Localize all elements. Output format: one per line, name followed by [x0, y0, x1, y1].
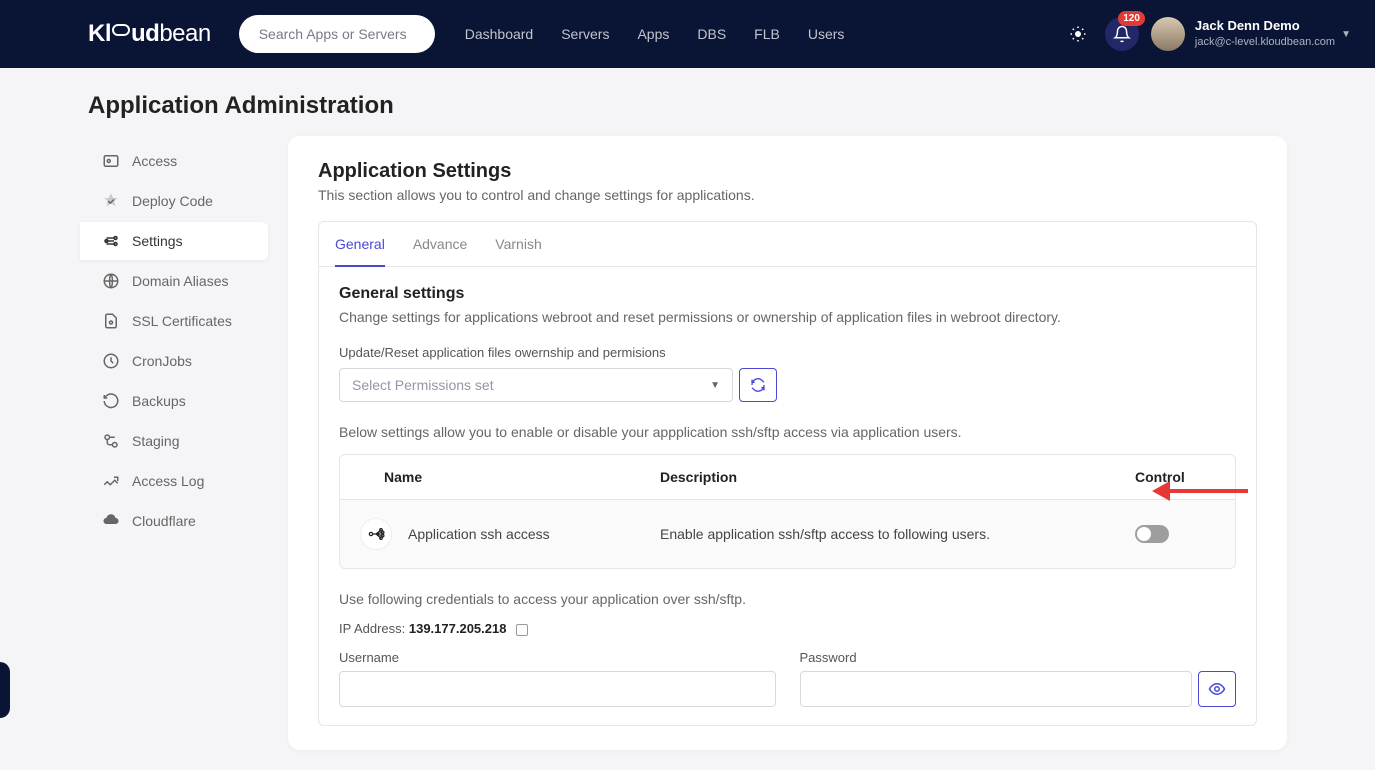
username-input[interactable] — [339, 671, 776, 707]
sidebar-item-settings[interactable]: Settings — [80, 222, 268, 260]
th-desc: Description — [660, 469, 737, 485]
sidebar-item-label: Domain Aliases — [132, 273, 229, 289]
th-name: Name — [384, 469, 422, 485]
table-row: Application ssh access Enable applicatio… — [340, 500, 1235, 568]
general-settings-desc: Change settings for applications webroot… — [339, 309, 1236, 325]
sidebar-item-label: Cloudflare — [132, 513, 196, 529]
credentials-note: Use following credentials to access your… — [339, 591, 1236, 607]
nav-dbs[interactable]: DBS — [697, 26, 726, 42]
chevron-down-icon: ▼ — [1341, 29, 1351, 40]
section-subtitle: This section allows you to control and c… — [318, 187, 1257, 203]
sidebar-item-cloudflare[interactable]: Cloudflare — [88, 502, 268, 540]
sidebar-item-label: Deploy Code — [132, 193, 213, 209]
toggle-password-button[interactable] — [1198, 671, 1236, 707]
sidebar-item-label: SSL Certificates — [132, 313, 232, 329]
sidebar-item-label: Backups — [132, 393, 186, 409]
bell-icon — [1113, 25, 1131, 43]
ssh-icon — [360, 518, 392, 550]
sidebar-item-staging[interactable]: Staging — [88, 422, 268, 460]
refresh-button[interactable] — [739, 368, 777, 402]
ssh-toggle[interactable] — [1135, 525, 1169, 543]
ssh-row-desc: Enable application ssh/sftp access to fo… — [660, 526, 1135, 542]
page-title: Application Administration — [88, 92, 1287, 120]
sidebar-item-label: Access Log — [132, 473, 204, 489]
nav-dashboard[interactable]: Dashboard — [465, 26, 534, 42]
sidebar-item-label: Settings — [132, 233, 183, 249]
app-header: Kludbean Search Apps or Servers Dashboar… — [0, 0, 1375, 68]
chat-widget[interactable] — [0, 662, 10, 718]
avatar[interactable] — [1151, 17, 1185, 51]
sidebar-item-cron[interactable]: CronJobs — [88, 342, 268, 380]
sidebar-item-domain[interactable]: Domain Aliases — [88, 262, 268, 300]
permissions-select[interactable]: Select Permissions set ▼ — [339, 368, 733, 402]
tab-general[interactable]: General — [335, 222, 385, 266]
sidebar: Access Deploy Code Settings Domain Alias… — [88, 136, 268, 750]
ip-value: 139.177.205.218 — [409, 621, 507, 636]
sidebar-item-deploy[interactable]: Deploy Code — [88, 182, 268, 220]
eye-icon — [1208, 680, 1226, 698]
main-panel: Application Settings This section allows… — [288, 136, 1287, 750]
tab-advance[interactable]: Advance — [413, 222, 467, 266]
sidebar-item-access[interactable]: Access — [88, 142, 268, 180]
permissions-placeholder: Select Permissions set — [352, 377, 494, 393]
refresh-icon — [750, 377, 766, 393]
copy-icon[interactable] — [516, 624, 528, 636]
sidebar-item-accesslog[interactable]: Access Log — [88, 462, 268, 500]
password-label: Password — [800, 650, 1237, 665]
ssh-note: Below settings allow you to enable or di… — [339, 424, 1236, 440]
sun-icon[interactable] — [1069, 25, 1087, 43]
general-settings-title: General settings — [339, 285, 1236, 303]
tab-varnish[interactable]: Varnish — [495, 222, 541, 266]
user-email: jack@c-level.kloudbean.com — [1195, 35, 1335, 49]
username-label: Username — [339, 650, 776, 665]
nav-users[interactable]: Users — [808, 26, 845, 42]
sidebar-item-label: Access — [132, 153, 177, 169]
ssh-table: Name Description Control Application ssh… — [339, 454, 1236, 569]
sidebar-item-label: Staging — [132, 433, 179, 449]
logo[interactable]: Kludbean — [88, 20, 211, 48]
nav-flb[interactable]: FLB — [754, 26, 780, 42]
notifications-button[interactable]: 120 — [1105, 17, 1139, 51]
user-menu[interactable]: Jack Denn Demo jack@c-level.kloudbean.co… — [1195, 18, 1335, 49]
search-input[interactable]: Search Apps or Servers — [239, 15, 435, 53]
nav-apps[interactable]: Apps — [637, 26, 669, 42]
nav-links: Dashboard Servers Apps DBS FLB Users — [465, 26, 845, 42]
sidebar-item-backups[interactable]: Backups — [88, 382, 268, 420]
nav-servers[interactable]: Servers — [561, 26, 609, 42]
password-input[interactable] — [800, 671, 1193, 707]
user-name: Jack Denn Demo — [1195, 18, 1335, 35]
chevron-down-icon: ▼ — [710, 380, 720, 391]
sidebar-item-ssl[interactable]: SSL Certificates — [88, 302, 268, 340]
ssh-row-name: Application ssh access — [408, 526, 550, 542]
sidebar-item-label: CronJobs — [132, 353, 192, 369]
annotation-arrow — [1168, 489, 1248, 493]
section-title: Application Settings — [318, 160, 1257, 183]
permissions-label: Update/Reset application files owernship… — [339, 345, 1236, 360]
tabs: General Advance Varnish — [318, 221, 1257, 267]
notification-badge: 120 — [1118, 11, 1145, 26]
ip-address-row: IP Address: 139.177.205.218 — [339, 621, 1236, 636]
